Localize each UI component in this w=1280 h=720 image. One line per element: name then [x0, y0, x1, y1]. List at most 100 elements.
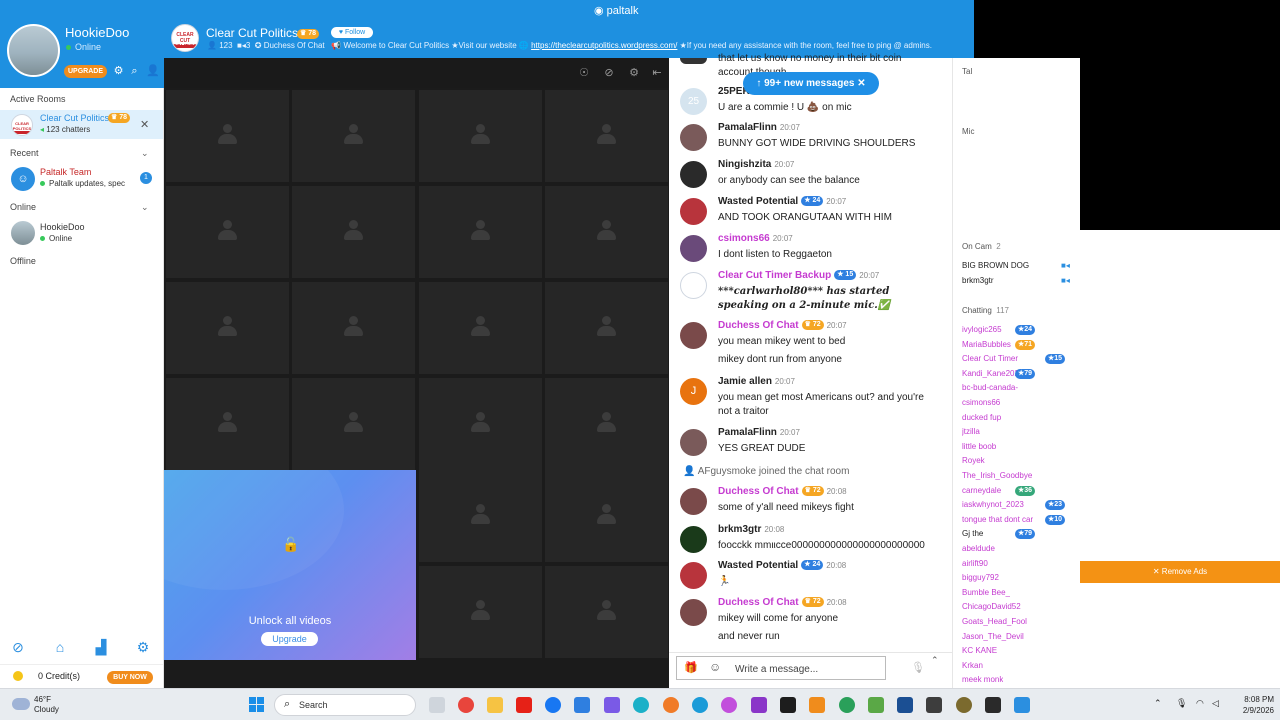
- taskbar-search[interactable]: ⌕ Search: [274, 694, 416, 716]
- buy-now-button[interactable]: BUY NOW: [107, 671, 153, 684]
- emoji-icon[interactable]: ☺: [709, 660, 721, 674]
- chatting-user[interactable]: meek monk: [962, 675, 1003, 684]
- gear-icon[interactable]: ⚙: [113, 66, 124, 77]
- avatar[interactable]: [680, 124, 707, 151]
- video-slot[interactable]: [166, 186, 289, 278]
- app-icon[interactable]: [897, 697, 913, 713]
- edge-icon[interactable]: [633, 697, 649, 713]
- message-author[interactable]: Duchess Of Chat ♛ 72 20:08: [718, 597, 847, 608]
- gift-icon[interactable]: 🎁: [684, 661, 698, 674]
- paltalk-app-icon[interactable]: [1014, 697, 1030, 713]
- video-slot[interactable]: [545, 378, 668, 470]
- chatting-user[interactable]: tongue that dont car: [962, 515, 1033, 524]
- video-slot[interactable]: [166, 378, 289, 470]
- active-room-item[interactable]: CLEAR POLITICS Clear Cut Politics ♛ 78 ◂ …: [0, 110, 163, 139]
- firefox-icon[interactable]: [663, 697, 679, 713]
- avatar[interactable]: [680, 599, 707, 626]
- video-slot[interactable]: [545, 566, 668, 658]
- avatar[interactable]: [680, 272, 707, 299]
- chevron-down-icon[interactable]: ⌄: [141, 202, 149, 213]
- chatting-user[interactable]: Royek: [962, 456, 985, 465]
- windows-start-icon[interactable]: [249, 697, 265, 713]
- home-icon[interactable]: ⌂: [52, 639, 68, 655]
- close-icon[interactable]: ✕: [140, 118, 149, 131]
- video-slot[interactable]: [419, 378, 542, 470]
- chatting-user[interactable]: ChicagoDavid52: [962, 602, 1021, 611]
- chatting-user[interactable]: The_Irish_Goodbye: [962, 471, 1032, 480]
- video-slot[interactable]: [419, 566, 542, 658]
- compass-icon[interactable]: ⊘: [10, 639, 26, 656]
- chatting-user[interactable]: bigguy792: [962, 573, 999, 582]
- app-icon[interactable]: [868, 697, 884, 713]
- message-author[interactable]: brkm3gtr 20:08: [718, 524, 784, 535]
- app-icon[interactable]: [956, 697, 972, 713]
- video-slot[interactable]: [292, 378, 415, 470]
- upgrade-button[interactable]: Upgrade: [261, 632, 318, 646]
- file-explorer-icon[interactable]: [487, 697, 503, 713]
- store-icon[interactable]: [574, 697, 590, 713]
- chatting-user[interactable]: little boob: [962, 442, 996, 451]
- video-slot[interactable]: [292, 186, 415, 278]
- hide-cams-icon[interactable]: ☉: [576, 66, 592, 80]
- avatar[interactable]: [680, 488, 707, 515]
- message-author[interactable]: Duchess Of Chat ♛ 72 20:07: [718, 320, 847, 331]
- avatar[interactable]: [680, 526, 707, 553]
- chatting-user[interactable]: ducked fup: [962, 413, 1001, 422]
- video-slot[interactable]: [419, 186, 542, 278]
- message-author[interactable]: Duchess Of Chat ♛ 72 20:08: [718, 486, 847, 497]
- avatar[interactable]: [680, 161, 707, 188]
- video-slot[interactable]: [545, 282, 668, 374]
- app-icon[interactable]: [839, 697, 855, 713]
- room-website-link[interactable]: https://theclearcutpolitics.wordpress.co…: [531, 41, 677, 50]
- video-slot[interactable]: [545, 470, 668, 562]
- chatting-user[interactable]: csimons66: [962, 398, 1000, 407]
- message-author[interactable]: csimons66 20:07: [718, 233, 793, 244]
- avatar[interactable]: [680, 235, 707, 262]
- new-messages-pill[interactable]: ↑ 99+ new messages ✕: [743, 72, 879, 95]
- task-view-icon[interactable]: [429, 697, 445, 713]
- app-icon[interactable]: [692, 697, 708, 713]
- chatting-user[interactable]: Gj the: [962, 529, 983, 538]
- settings-icon[interactable]: ⚙: [135, 639, 151, 656]
- message-author[interactable]: Clear Cut Timer Backup ★ 15 20:07: [718, 270, 879, 281]
- search-icon[interactable]: ⌕: [129, 66, 140, 77]
- chatting-user[interactable]: Goats_Head_Fool: [962, 617, 1027, 626]
- chatting-user[interactable]: MariaBubbles: [962, 340, 1011, 349]
- mic-icon[interactable]: 🎙: [1176, 698, 1187, 709]
- chatting-user[interactable]: Krkan: [962, 661, 983, 670]
- video-slot[interactable]: [419, 282, 542, 374]
- chatting-user[interactable]: jtzilla: [962, 427, 980, 436]
- chatting-user[interactable]: carneydale: [962, 486, 1001, 495]
- video-slot[interactable]: [292, 90, 415, 182]
- copilot-icon[interactable]: [604, 697, 620, 713]
- messenger-icon[interactable]: [545, 697, 561, 713]
- avatar[interactable]: [680, 322, 707, 349]
- video-slot[interactable]: [292, 282, 415, 374]
- app-icon[interactable]: [721, 697, 737, 713]
- on-cam-user[interactable]: BIG BROWN DOG: [962, 261, 1029, 270]
- message-author[interactable]: PamalaFlinn 20:07: [718, 427, 800, 438]
- chatting-user[interactable]: abeldude: [962, 544, 995, 553]
- avatar[interactable]: J: [680, 378, 707, 405]
- youtube-icon[interactable]: [516, 697, 532, 713]
- chrome-icon[interactable]: [458, 697, 474, 713]
- user-avatar[interactable]: [7, 24, 60, 77]
- message-author[interactable]: Wasted Potential ★ 24 20:07: [718, 196, 846, 207]
- video-slot[interactable]: [545, 186, 668, 278]
- video-slot[interactable]: [419, 90, 542, 182]
- recent-item-paltalk-team[interactable]: ☺ Paltalk Team Paltalk updates, spec 1: [0, 164, 163, 192]
- clock[interactable]: 8:08 PM 2/9/2026: [1230, 694, 1274, 716]
- weather-widget[interactable]: 46°F Cloudy: [34, 695, 59, 715]
- tray-chevron-icon[interactable]: ⌃: [1154, 698, 1162, 709]
- add-user-icon[interactable]: 👤: [146, 66, 160, 77]
- chatting-user[interactable]: ivylogic265: [962, 325, 1002, 334]
- chevron-up-icon[interactable]: ⌃: [931, 655, 939, 666]
- gear-icon[interactable]: ⚙: [626, 66, 642, 80]
- message-input[interactable]: Write a message...: [735, 664, 818, 675]
- avatar[interactable]: [680, 562, 707, 589]
- camera-off-icon[interactable]: ⊘: [601, 66, 617, 80]
- chatting-user[interactable]: bc-bud-canada-: [962, 383, 1018, 392]
- message-author[interactable]: PamalaFlinn 20:07: [718, 122, 800, 133]
- chatting-user[interactable]: iaskwhynot_2023: [962, 500, 1024, 509]
- wifi-icon[interactable]: ◠: [1196, 698, 1204, 709]
